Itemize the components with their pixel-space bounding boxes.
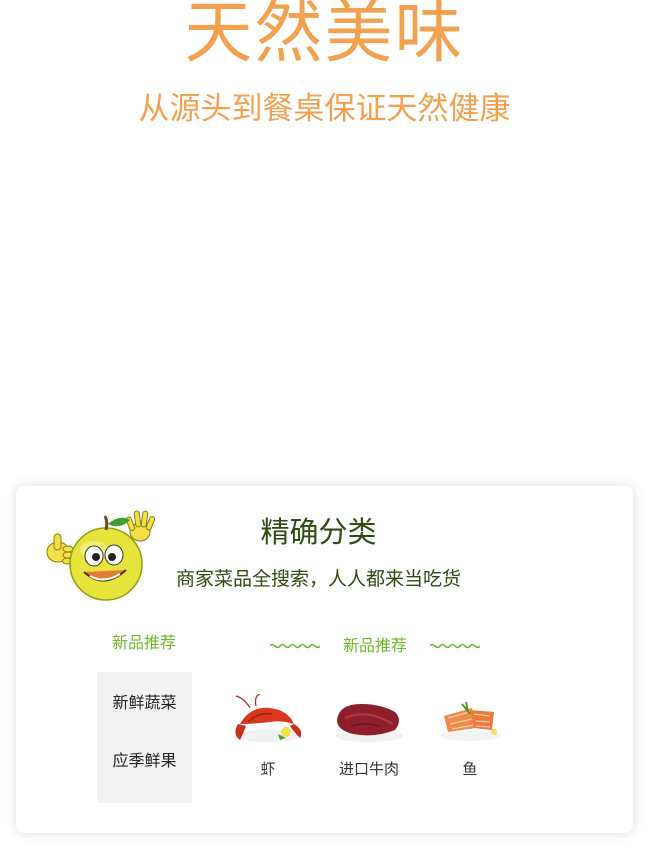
product-label: 鱼: [462, 760, 478, 778]
wave-divider-left-icon: [270, 643, 320, 649]
recommend-header: 新品推荐: [270, 634, 480, 658]
sidebar-heading[interactable]: 新品推荐: [96, 632, 192, 654]
category-sidebar: 新鲜蔬菜 应季鲜果: [97, 672, 192, 803]
shrimp-icon: [234, 694, 302, 742]
wave-divider-right-icon: [429, 643, 480, 649]
recommend-title: 新品推荐: [342, 636, 407, 655]
hero-title: 天然美味: [184, 0, 465, 73]
category-card: 精确分类 商家菜品全搜索，人人都来当吃货 新品推荐 新鲜蔬菜 应季鲜果 新品推荐…: [16, 486, 633, 833]
product-label: 虾: [260, 760, 276, 778]
beef-icon: [335, 704, 403, 742]
product-shrimp[interactable]: 虾: [223, 694, 313, 779]
product-imported-beef[interactable]: 进口牛肉: [324, 694, 414, 779]
product-label: 进口牛肉: [338, 760, 399, 778]
product-fish[interactable]: 鱼: [425, 694, 515, 779]
sidebar-item-seasonal-fruits[interactable]: 应季鲜果: [97, 732, 192, 790]
fish-icon: [440, 701, 500, 741]
card-title: 精确分类: [260, 515, 377, 549]
hero-subtitle: 从源头到餐桌保证天然健康: [138, 91, 511, 127]
card-subtitle: 商家菜品全搜索，人人都来当吃货: [175, 568, 461, 590]
sidebar-item-fresh-vegetables[interactable]: 新鲜蔬菜: [97, 674, 192, 732]
